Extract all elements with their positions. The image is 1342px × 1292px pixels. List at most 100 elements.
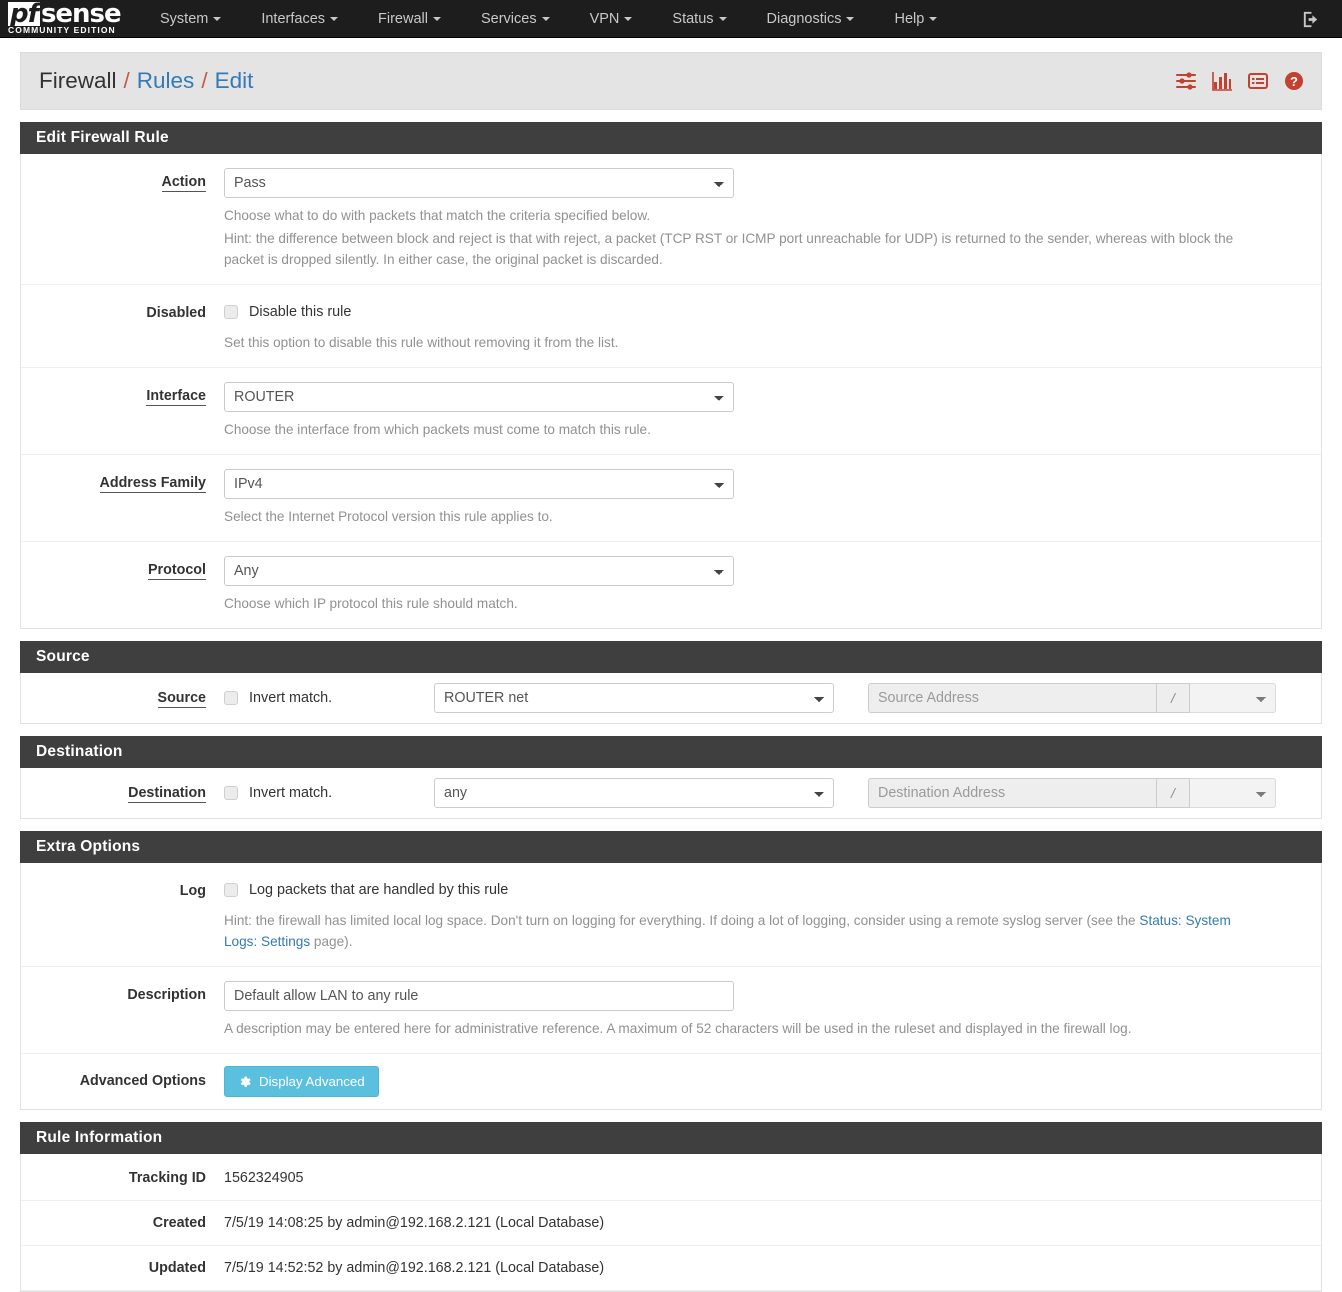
info-row-created: Created 7/5/19 14:08:25 by admin@192.168… <box>21 1201 1321 1246</box>
advanced-options-label: Advanced Options <box>79 1073 206 1089</box>
destination-invert-checkbox[interactable] <box>224 786 238 800</box>
destination-type-select[interactable]: any <box>434 778 834 808</box>
chevron-down-icon <box>213 16 222 21</box>
nav-item-label: VPN <box>589 10 620 27</box>
destination-label: Destination <box>128 785 206 803</box>
nav-item-help[interactable]: Help <box>874 0 957 38</box>
display-advanced-button[interactable]: Display Advanced <box>224 1066 379 1097</box>
action-select[interactable]: Pass <box>224 168 734 198</box>
list-icon[interactable] <box>1247 70 1269 92</box>
nav-item-label: Firewall <box>378 10 428 27</box>
nav-item-diagnostics[interactable]: Diagnostics <box>747 0 875 38</box>
created-value: 7/5/19 14:08:25 by admin@192.168.2.121 (… <box>224 1215 605 1231</box>
rule-information-panel: Rule Information Tracking ID 1562324905 … <box>20 1122 1322 1292</box>
disabled-label: Disabled <box>146 305 206 321</box>
brand-logo-text: pf sense <box>8 1 140 27</box>
source-type-select[interactable]: ROUTER net <box>434 683 834 713</box>
updated-value: 7/5/19 14:52:52 by admin@192.168.2.121 (… <box>224 1260 605 1276</box>
nav-item-vpn[interactable]: VPN <box>570 0 653 38</box>
breadcrumb-item-edit[interactable]: Edit <box>215 68 254 94</box>
action-help-2: Hint: the difference between block and r… <box>224 231 1234 267</box>
page-header: Firewall / Rules / Edit ? <box>20 52 1322 110</box>
protocol-label: Protocol <box>148 562 206 580</box>
source-panel: Source Source Invert match. ROUTER net / <box>20 641 1322 724</box>
destination-address-input[interactable] <box>868 778 1156 808</box>
nav-item-services[interactable]: Services <box>461 0 570 38</box>
disable-rule-checkbox-wrap[interactable]: Disable this rule <box>224 299 1305 325</box>
source-invert-label[interactable]: Invert match. <box>249 690 332 706</box>
brand-logo[interactable]: pf sense COMMUNITY EDITION <box>0 0 140 38</box>
destination-invert-checkbox-wrap[interactable]: Invert match. <box>224 780 434 806</box>
form-row-advanced-options: Advanced Options Display Advanced <box>21 1054 1321 1109</box>
address-family-help: Select the Internet Protocol version thi… <box>224 509 553 524</box>
log-help-post: page). <box>310 934 353 949</box>
chevron-down-icon <box>330 16 339 21</box>
panel-body-source: Source Invert match. ROUTER net / <box>20 673 1322 724</box>
log-checkbox-wrap[interactable]: Log packets that are handled by this rul… <box>224 877 1305 903</box>
tracking-id-label: Tracking ID <box>128 1170 206 1186</box>
log-packets-checkbox[interactable] <box>224 883 238 897</box>
navbar-right <box>1301 0 1320 38</box>
source-label: Source <box>157 690 206 708</box>
breadcrumb-separator: / <box>123 68 130 93</box>
description-help: A description may be entered here for ad… <box>224 1021 1132 1036</box>
form-row-disabled: Disabled Disable this rule Set this opti… <box>21 285 1321 368</box>
log-packets-checkbox-label[interactable]: Log packets that are handled by this rul… <box>249 882 508 898</box>
interface-label: Interface <box>146 388 206 406</box>
help-circle-icon[interactable]: ? <box>1283 70 1305 92</box>
interface-select[interactable]: ROUTER <box>224 382 734 412</box>
svg-text:?: ? <box>1290 74 1298 89</box>
source-mask-select[interactable] <box>1190 683 1276 713</box>
updated-label: Updated <box>148 1260 206 1276</box>
logout-icon[interactable] <box>1301 10 1320 29</box>
brand-subtitle: COMMUNITY EDITION <box>8 25 116 35</box>
nav-item-status[interactable]: Status <box>652 0 746 38</box>
source-address-group: / <box>868 683 1276 713</box>
protocol-select[interactable]: Any <box>224 556 734 586</box>
nav-item-system[interactable]: System <box>140 0 241 38</box>
chevron-down-icon <box>432 16 441 21</box>
top-navbar: pf sense COMMUNITY EDITION System Interfa… <box>0 0 1342 38</box>
address-family-select[interactable]: IPv4 <box>224 469 734 499</box>
destination-invert-label[interactable]: Invert match. <box>249 785 332 801</box>
panel-heading-destination: Destination <box>20 736 1322 768</box>
nav-item-interfaces[interactable]: Interfaces <box>241 0 358 38</box>
edit-firewall-rule-panel: Edit Firewall Rule Action Pass Choose wh… <box>20 122 1322 629</box>
breadcrumb-separator: / <box>201 68 208 93</box>
destination-mask-select[interactable] <box>1190 778 1276 808</box>
chevron-down-icon <box>846 16 855 21</box>
info-row-updated: Updated 7/5/19 14:52:52 by admin@192.168… <box>21 1246 1321 1291</box>
extra-options-panel: Extra Options Log Log packets that are h… <box>20 831 1322 1110</box>
display-advanced-button-label: Display Advanced <box>259 1074 365 1089</box>
nav-item-label: Services <box>480 10 537 27</box>
tracking-id-value: 1562324905 <box>224 1170 304 1186</box>
sliders-icon[interactable] <box>1175 70 1197 92</box>
description-input[interactable] <box>224 981 734 1011</box>
form-row-source: Source Invert match. ROUTER net / <box>21 673 1321 723</box>
disable-rule-checkbox[interactable] <box>224 305 238 319</box>
info-row-tracking-id: Tracking ID 1562324905 <box>21 1154 1321 1201</box>
breadcrumb: Firewall / Rules / Edit <box>39 68 253 94</box>
source-invert-checkbox[interactable] <box>224 691 238 705</box>
breadcrumb-item-rules[interactable]: Rules <box>137 68 195 94</box>
panel-heading-rule-information: Rule Information <box>20 1122 1322 1154</box>
destination-panel: Destination Destination Invert match. an… <box>20 736 1322 819</box>
disabled-help: Set this option to disable this rule wit… <box>224 335 619 350</box>
breadcrumb-item-firewall: Firewall <box>39 68 117 93</box>
panel-heading-edit-rule: Edit Firewall Rule <box>20 122 1322 154</box>
nav-item-label: System <box>160 10 209 27</box>
chevron-down-icon <box>624 16 633 21</box>
action-help-1: Choose what to do with packets that matc… <box>224 208 651 223</box>
interface-help: Choose the interface from which packets … <box>224 422 651 437</box>
nav-item-firewall[interactable]: Firewall <box>358 0 461 38</box>
bar-chart-icon[interactable] <box>1211 70 1233 92</box>
chevron-down-icon <box>929 16 938 21</box>
source-address-input[interactable] <box>868 683 1156 713</box>
disable-rule-checkbox-label[interactable]: Disable this rule <box>249 304 351 320</box>
source-invert-checkbox-wrap[interactable]: Invert match. <box>224 685 434 711</box>
page-header-icons: ? <box>1175 70 1305 92</box>
form-row-protocol: Protocol Any Choose which IP protocol th… <box>21 542 1321 628</box>
panel-body-rule-information: Tracking ID 1562324905 Created 7/5/19 14… <box>20 1154 1322 1292</box>
nav-item-label: Interfaces <box>261 10 326 27</box>
destination-address-group: / <box>868 778 1276 808</box>
